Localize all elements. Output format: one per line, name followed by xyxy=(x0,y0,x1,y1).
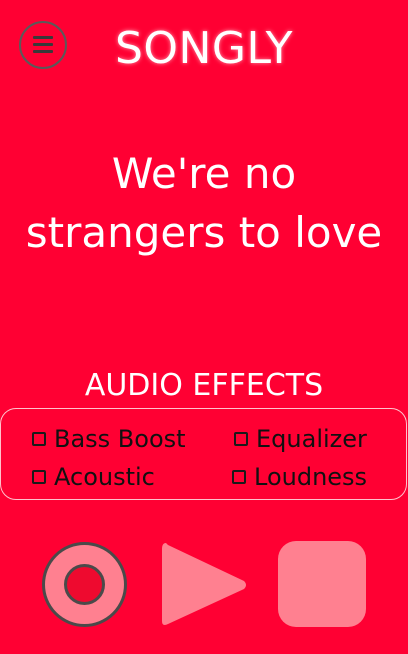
audio-effects-panel: Bass Boost Equalizer Acoustic Loudness xyxy=(0,408,407,500)
equalizer-option[interactable]: Equalizer xyxy=(234,422,367,456)
bass-boost-checkbox[interactable] xyxy=(32,432,46,446)
menu-button[interactable] xyxy=(19,21,67,69)
play-icon xyxy=(162,543,246,625)
lyric-text: We're no strangers to love xyxy=(25,149,383,257)
acoustic-label: Acoustic xyxy=(54,463,155,491)
equalizer-checkbox[interactable] xyxy=(234,432,248,446)
acoustic-option[interactable]: Acoustic xyxy=(32,460,155,494)
acoustic-checkbox[interactable] xyxy=(32,470,46,484)
loudness-checkbox[interactable] xyxy=(232,470,246,484)
bass-boost-option[interactable]: Bass Boost xyxy=(32,422,186,456)
loudness-label: Loudness xyxy=(254,463,368,491)
audio-effects-title: AUDIO EFFECTS xyxy=(84,368,324,403)
bass-boost-label: Bass Boost xyxy=(54,425,186,453)
equalizer-label: Equalizer xyxy=(256,425,367,453)
loudness-option[interactable]: Loudness xyxy=(232,460,367,494)
hamburger-menu-icon xyxy=(33,36,53,54)
stop-button[interactable] xyxy=(278,541,366,627)
record-icon xyxy=(64,564,105,605)
stop-icon xyxy=(278,541,366,627)
app-title: SONGLY xyxy=(114,23,294,74)
record-button[interactable] xyxy=(42,542,127,627)
app-screen: SONGLY We're no strangers to love AUDIO … xyxy=(0,0,408,654)
play-button[interactable] xyxy=(160,541,248,629)
